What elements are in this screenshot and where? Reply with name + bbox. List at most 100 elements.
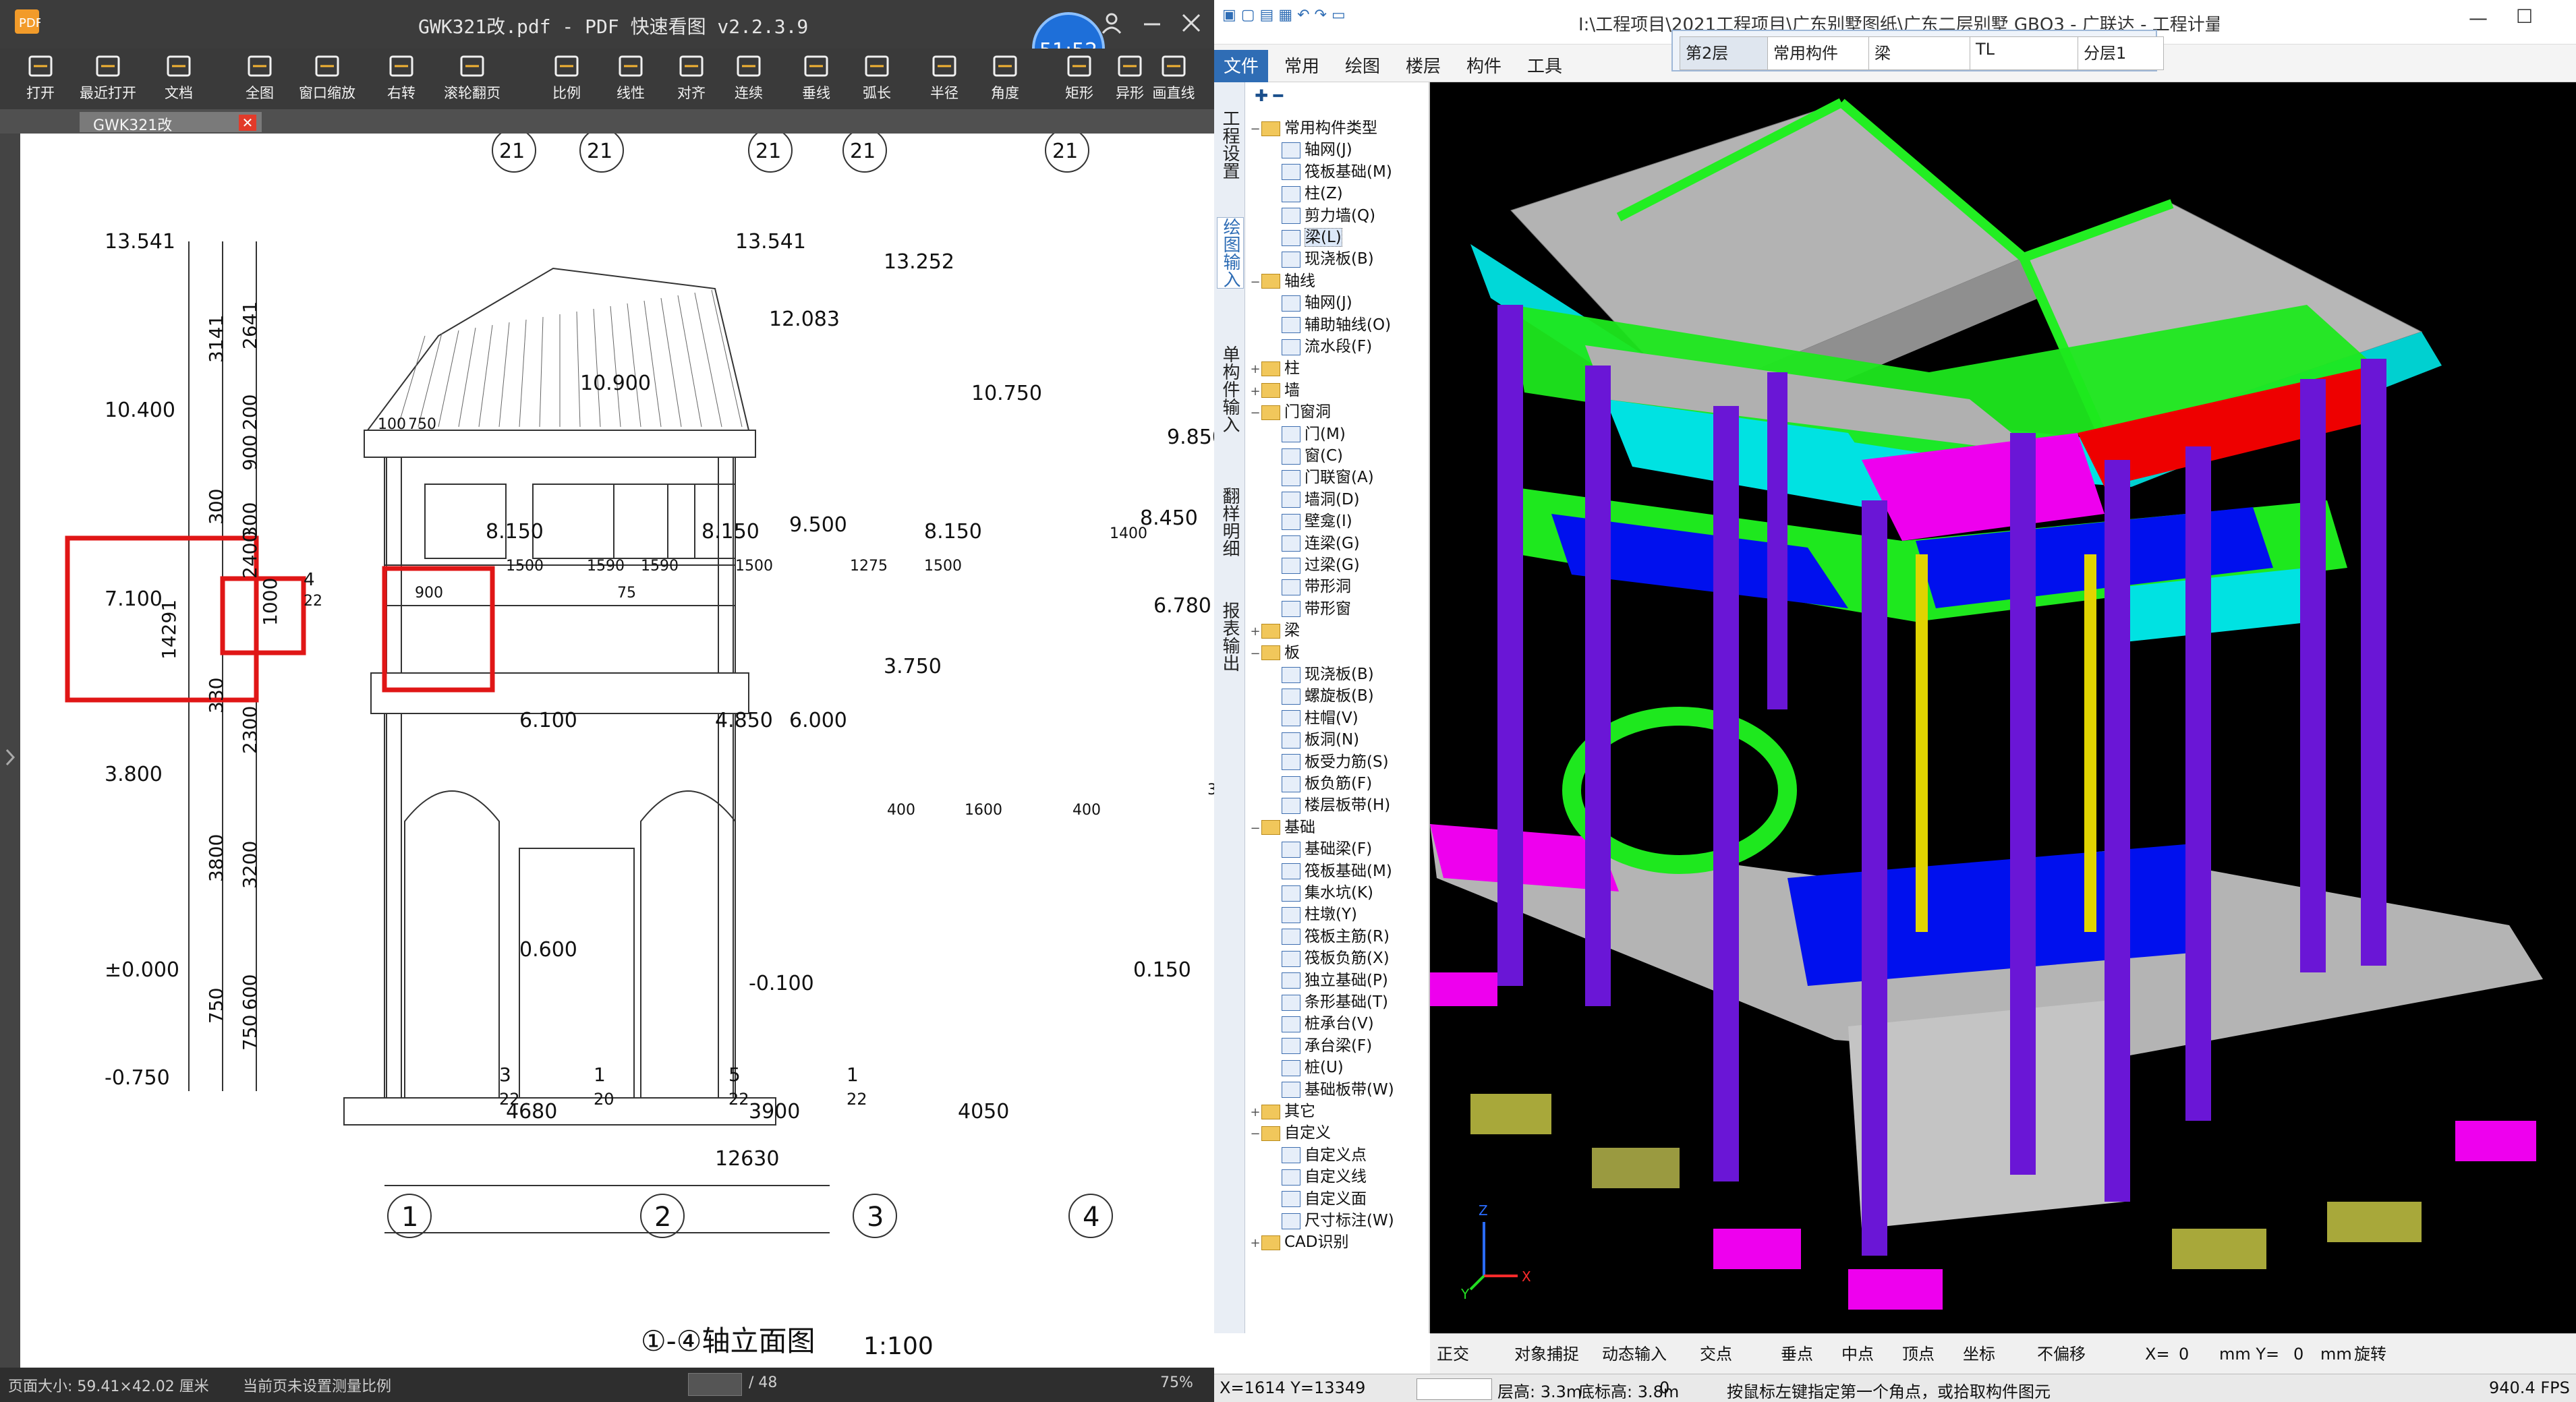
- tree-item[interactable]: 筏板基础(M): [1282, 161, 1392, 183]
- pdf-sidebar-toggle[interactable]: [0, 134, 20, 1368]
- tree-folder[interactable]: − 门窗洞: [1249, 401, 1331, 423]
- tree-item[interactable]: 筏板主筋(R): [1282, 926, 1390, 947]
- tree-item[interactable]: 筏板基础(M): [1282, 860, 1392, 882]
- tree-item[interactable]: 筏板负筋(X): [1282, 947, 1390, 969]
- type-select[interactable]: 梁: [1868, 36, 1975, 70]
- tree-toolbar[interactable]: ✚ ━: [1255, 86, 1283, 105]
- angle-button[interactable]: 角度: [971, 49, 1039, 109]
- snap-option[interactable]: 不偏移: [2037, 1342, 2086, 1366]
- floor-select[interactable]: 第2层: [1680, 36, 1773, 70]
- tree-item[interactable]: 轴网(J): [1282, 292, 1352, 314]
- tree-item[interactable]: 带形窗: [1282, 598, 1351, 620]
- scroll-wheel-button[interactable]: 滚轮翻页: [438, 49, 506, 109]
- 3d-viewport[interactable]: Z X Y: [1430, 82, 2576, 1333]
- line-button[interactable]: 画直线: [1140, 49, 1207, 109]
- document-button[interactable]: 文档: [145, 49, 212, 109]
- snap-option[interactable]: 旋转: [2354, 1342, 2386, 1366]
- snap-option[interactable]: 动态输入: [1602, 1342, 1667, 1366]
- tree-item[interactable]: 辅助轴线(O): [1282, 314, 1391, 336]
- tree-item[interactable]: 桩(U): [1282, 1057, 1344, 1078]
- layer-select[interactable]: 分层1: [2078, 36, 2164, 70]
- tree-item[interactable]: 轴网(J): [1282, 139, 1352, 160]
- tree-folder[interactable]: − 常用构件类型: [1249, 117, 1377, 139]
- snap-option[interactable]: 顶点: [1902, 1342, 1935, 1366]
- tree-folder[interactable]: + CAD识别: [1249, 1231, 1348, 1253]
- tree-item[interactable]: 自定义点: [1282, 1144, 1367, 1166]
- tree-item[interactable]: 柱(Z): [1282, 183, 1343, 204]
- snap-option[interactable]: mm Y=: [2219, 1342, 2279, 1366]
- close-icon[interactable]: [1179, 11, 1203, 35]
- tree-item[interactable]: 条形基础(T): [1282, 991, 1388, 1013]
- collapse-icon[interactable]: −: [1249, 818, 1261, 840]
- tree-item[interactable]: 尺寸标注(W): [1282, 1210, 1394, 1231]
- tree-item[interactable]: 流水段(F): [1282, 336, 1372, 357]
- ribbon-tab[interactable]: 文件: [1214, 50, 1269, 84]
- snap-option[interactable]: 0: [2179, 1342, 2189, 1366]
- tree-item[interactable]: 现浇板(B): [1282, 664, 1374, 685]
- linear-dim-button[interactable]: 线性: [597, 49, 664, 109]
- tree-item[interactable]: 带形洞: [1282, 576, 1351, 597]
- ribbon-tab[interactable]: 工具: [1518, 50, 1572, 84]
- tree-folder[interactable]: + 梁: [1249, 620, 1300, 641]
- ribbon-tab[interactable]: 绘图: [1336, 50, 1390, 84]
- snap-option[interactable]: 中点: [1841, 1342, 1874, 1366]
- tree-item[interactable]: 墙洞(D): [1282, 489, 1360, 510]
- rotate-right-button[interactable]: 右转: [368, 49, 435, 109]
- scale-button[interactable]: 比例: [533, 49, 600, 109]
- side-tab[interactable]: 报表输出: [1217, 602, 1242, 672]
- perpendicular-button[interactable]: 垂线: [782, 49, 850, 109]
- minimize-icon[interactable]: [1140, 11, 1164, 35]
- tree-item[interactable]: 窗(C): [1282, 445, 1343, 467]
- tree-item[interactable]: 剪力墙(Q): [1282, 205, 1375, 227]
- side-tab[interactable]: 单构件输入: [1217, 345, 1242, 433]
- side-tab[interactable]: 工程设置: [1217, 109, 1242, 179]
- tree-item[interactable]: 板洞(N): [1282, 729, 1359, 751]
- name-select[interactable]: TL: [1970, 36, 2083, 70]
- tree-item[interactable]: 桩承台(V): [1282, 1013, 1374, 1034]
- tree-item[interactable]: 现浇板(B): [1282, 248, 1374, 270]
- tree-item[interactable]: 螺旋板(B): [1282, 685, 1374, 707]
- tree-item[interactable]: 集水坑(K): [1282, 882, 1373, 904]
- history-button[interactable]: 最近打开: [74, 49, 142, 109]
- side-tab[interactable]: 绘图输入: [1217, 217, 1244, 289]
- snap-option[interactable]: 正交: [1437, 1342, 1469, 1366]
- tree-item[interactable]: 门(M): [1282, 423, 1346, 445]
- tree-folder[interactable]: + 墙: [1249, 380, 1300, 401]
- tree-folder[interactable]: − 基础: [1249, 817, 1315, 838]
- tree-item[interactable]: 梁(L): [1282, 227, 1342, 248]
- expand-icon[interactable]: +: [1249, 359, 1261, 380]
- tree-folder[interactable]: + 其它: [1249, 1101, 1315, 1122]
- collapse-icon[interactable]: −: [1249, 119, 1261, 140]
- tree-folder[interactable]: − 板: [1249, 642, 1300, 664]
- cad-maximize-icon[interactable]: ☐: [2516, 5, 2533, 28]
- snap-option[interactable]: 交点: [1700, 1342, 1732, 1366]
- snap-option[interactable]: mm: [2320, 1342, 2352, 1366]
- tree-item[interactable]: 基础梁(F): [1282, 838, 1372, 860]
- tree-item[interactable]: 连梁(G): [1282, 533, 1360, 554]
- snap-option[interactable]: 垂点: [1781, 1342, 1813, 1366]
- tree-item[interactable]: 门联窗(A): [1282, 467, 1374, 488]
- page-number-input[interactable]: [688, 1373, 742, 1396]
- tree-item[interactable]: 板受力筋(S): [1282, 751, 1389, 773]
- collapse-icon[interactable]: −: [1249, 1123, 1261, 1145]
- document-tab[interactable]: GWK321改: [80, 112, 262, 134]
- tree-item[interactable]: 过梁(G): [1282, 554, 1360, 576]
- collapse-icon[interactable]: −: [1249, 643, 1261, 665]
- fit-all-button[interactable]: 全图: [226, 49, 293, 109]
- continuous-dim-button[interactable]: 连续: [715, 49, 782, 109]
- ribbon-tab[interactable]: 楼层: [1396, 50, 1450, 84]
- tree-item[interactable]: 板负筋(F): [1282, 773, 1372, 794]
- ribbon-tab[interactable]: 常用: [1275, 50, 1329, 84]
- tree-item[interactable]: 柱墩(Y): [1282, 904, 1357, 925]
- tree-folder[interactable]: + 柱: [1249, 357, 1300, 379]
- ribbon-tab[interactable]: 构件: [1457, 50, 1511, 84]
- pdf-page-canvas[interactable]: 13.541 10.400 7.100 3.800 ±0.000 -0.750 3141 26…: [20, 134, 1214, 1368]
- collapse-icon[interactable]: −: [1249, 403, 1261, 424]
- tree-item[interactable]: 自定义线: [1282, 1166, 1367, 1188]
- tree-item[interactable]: 承台梁(F): [1282, 1035, 1372, 1057]
- snap-option[interactable]: 坐标: [1963, 1342, 1995, 1366]
- zoom-window-button[interactable]: 窗口缩放: [293, 49, 361, 109]
- tab-close-icon[interactable]: ✕: [239, 115, 256, 131]
- snap-option[interactable]: 对象捕捉: [1514, 1342, 1579, 1366]
- expand-icon[interactable]: +: [1249, 621, 1261, 643]
